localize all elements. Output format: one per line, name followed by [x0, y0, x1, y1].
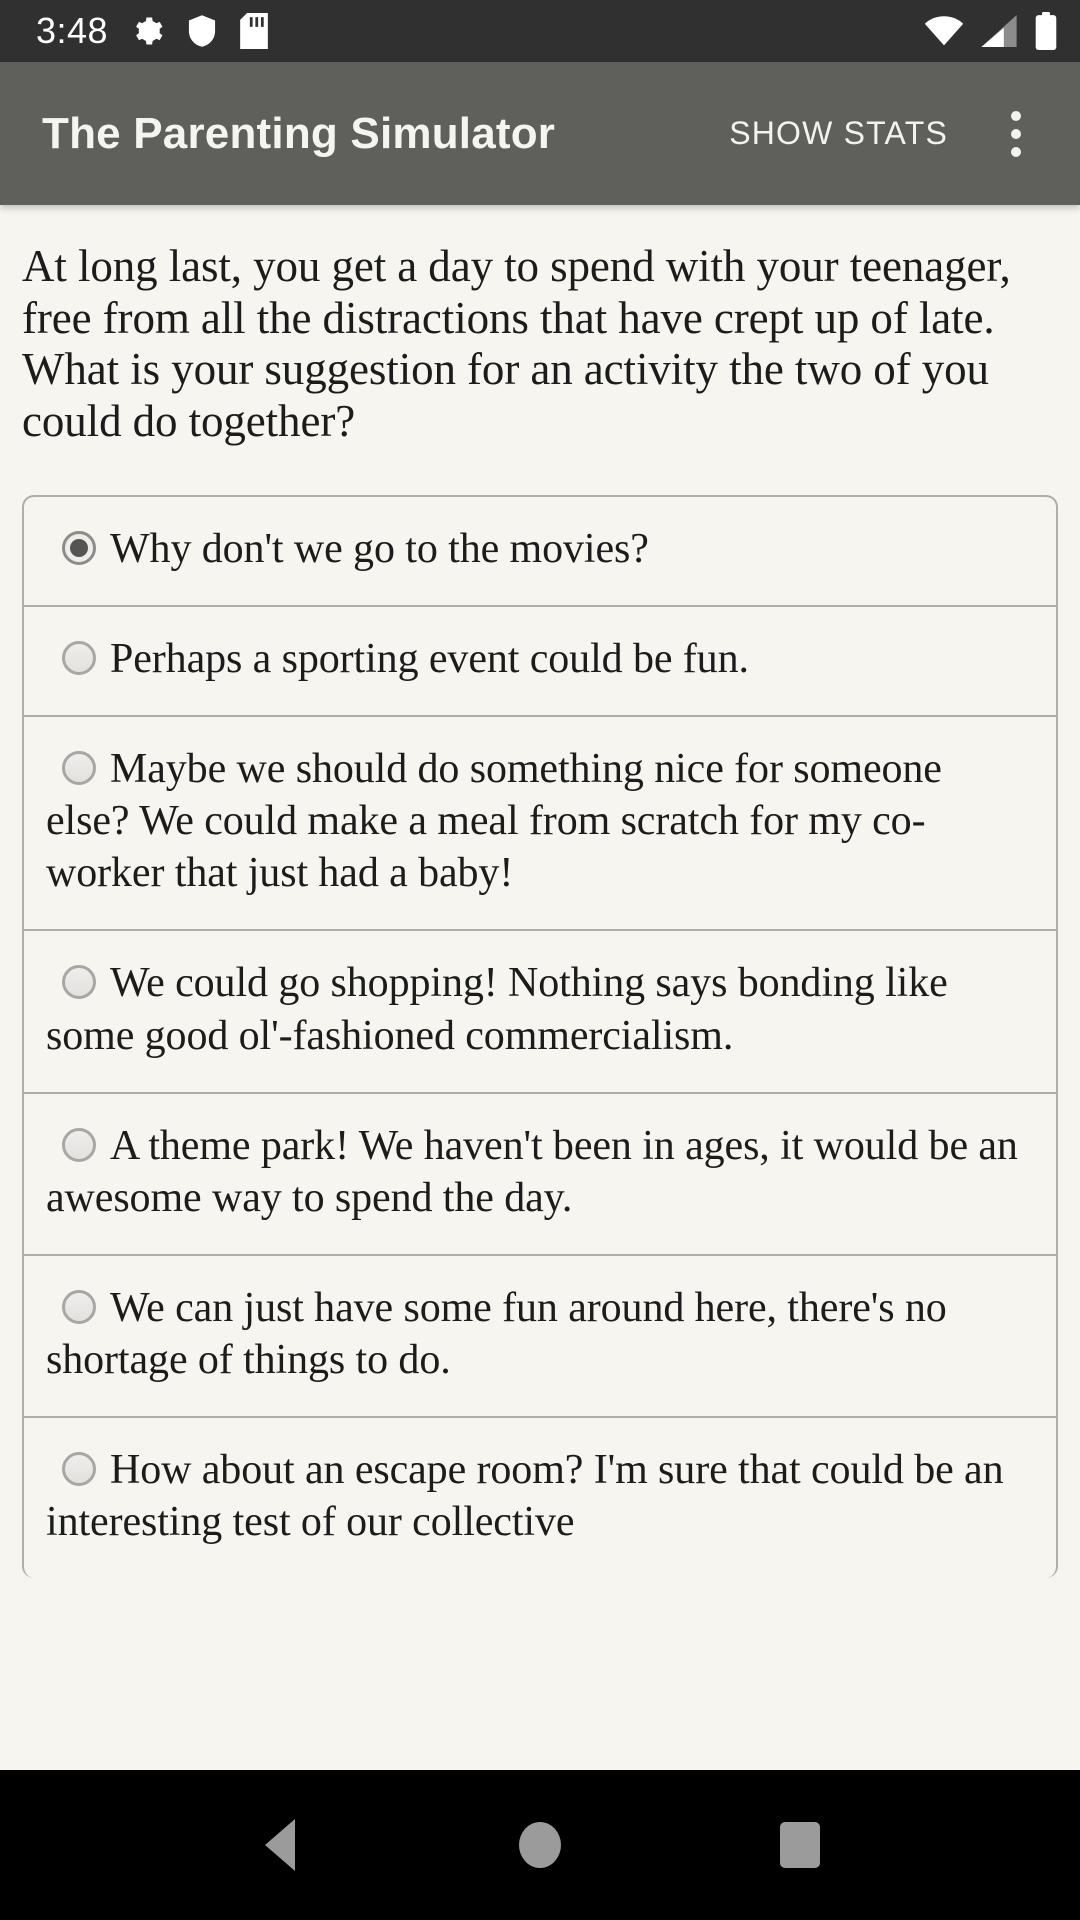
- shield-icon: [186, 14, 218, 48]
- status-bar-right: [924, 12, 1058, 50]
- option-row-0[interactable]: Why don't we go to the movies?: [24, 497, 1056, 608]
- recents-square-icon[interactable]: [740, 1785, 860, 1905]
- show-stats-button[interactable]: SHOW STATS: [707, 97, 970, 170]
- app-bar-actions: SHOW STATS: [707, 96, 1054, 172]
- option-row-1[interactable]: Perhaps a sporting event could be fun.: [24, 607, 1056, 718]
- more-vertical-icon[interactable]: [978, 96, 1054, 172]
- radio-button-0[interactable]: [62, 531, 96, 566]
- cellular-signal-icon: [980, 15, 1018, 47]
- home-circle-icon[interactable]: [480, 1785, 600, 1905]
- sd-card-icon: [240, 13, 268, 49]
- radio-button-5[interactable]: [62, 1289, 96, 1324]
- option-label-3: We could go shopping! Nothing says bondi…: [46, 960, 948, 1059]
- radio-button-1[interactable]: [62, 641, 96, 676]
- option-row-2[interactable]: Maybe we should do something nice for so…: [24, 717, 1056, 932]
- option-label-5: We can just have some fun around here, t…: [46, 1284, 947, 1383]
- option-row-5[interactable]: We can just have some fun around here, t…: [24, 1256, 1056, 1418]
- option-row-4[interactable]: A theme park! We haven't been in ages, i…: [24, 1094, 1056, 1256]
- wifi-icon: [924, 15, 964, 47]
- option-row-6[interactable]: How about an escape room? I'm sure that …: [24, 1418, 1056, 1578]
- option-label-2: Maybe we should do something nice for so…: [46, 746, 942, 897]
- radio-button-6[interactable]: [62, 1451, 96, 1486]
- option-label-1: Perhaps a sporting event could be fun.: [110, 636, 749, 683]
- main-content: At long last, you get a day to spend wit…: [0, 205, 1080, 1770]
- option-label-6: How about an escape room? I'm sure that …: [46, 1446, 1004, 1545]
- answer-options-group: Why don't we go to the movies? Perhaps a…: [22, 495, 1058, 1579]
- radio-button-2[interactable]: [62, 751, 96, 786]
- gear-icon: [130, 14, 164, 48]
- app-bar: The Parenting Simulator SHOW STATS: [0, 62, 1080, 205]
- page-title: The Parenting Simulator: [42, 108, 556, 158]
- option-label-0: Why don't we go to the movies?: [110, 526, 649, 573]
- status-bar-left: 3:48: [36, 13, 268, 49]
- battery-icon: [1034, 12, 1058, 50]
- status-clock: 3:48: [36, 10, 109, 51]
- option-row-3[interactable]: We could go shopping! Nothing says bondi…: [24, 931, 1056, 1094]
- radio-button-4[interactable]: [62, 1127, 96, 1162]
- option-label-4: A theme park! We haven't been in ages, i…: [46, 1122, 1018, 1221]
- back-triangle-icon[interactable]: [220, 1785, 340, 1905]
- system-navigation-bar: [0, 1770, 1080, 1920]
- scenario-prompt: At long last, you get a day to spend wit…: [22, 241, 1011, 446]
- status-bar: 3:48: [0, 0, 1080, 62]
